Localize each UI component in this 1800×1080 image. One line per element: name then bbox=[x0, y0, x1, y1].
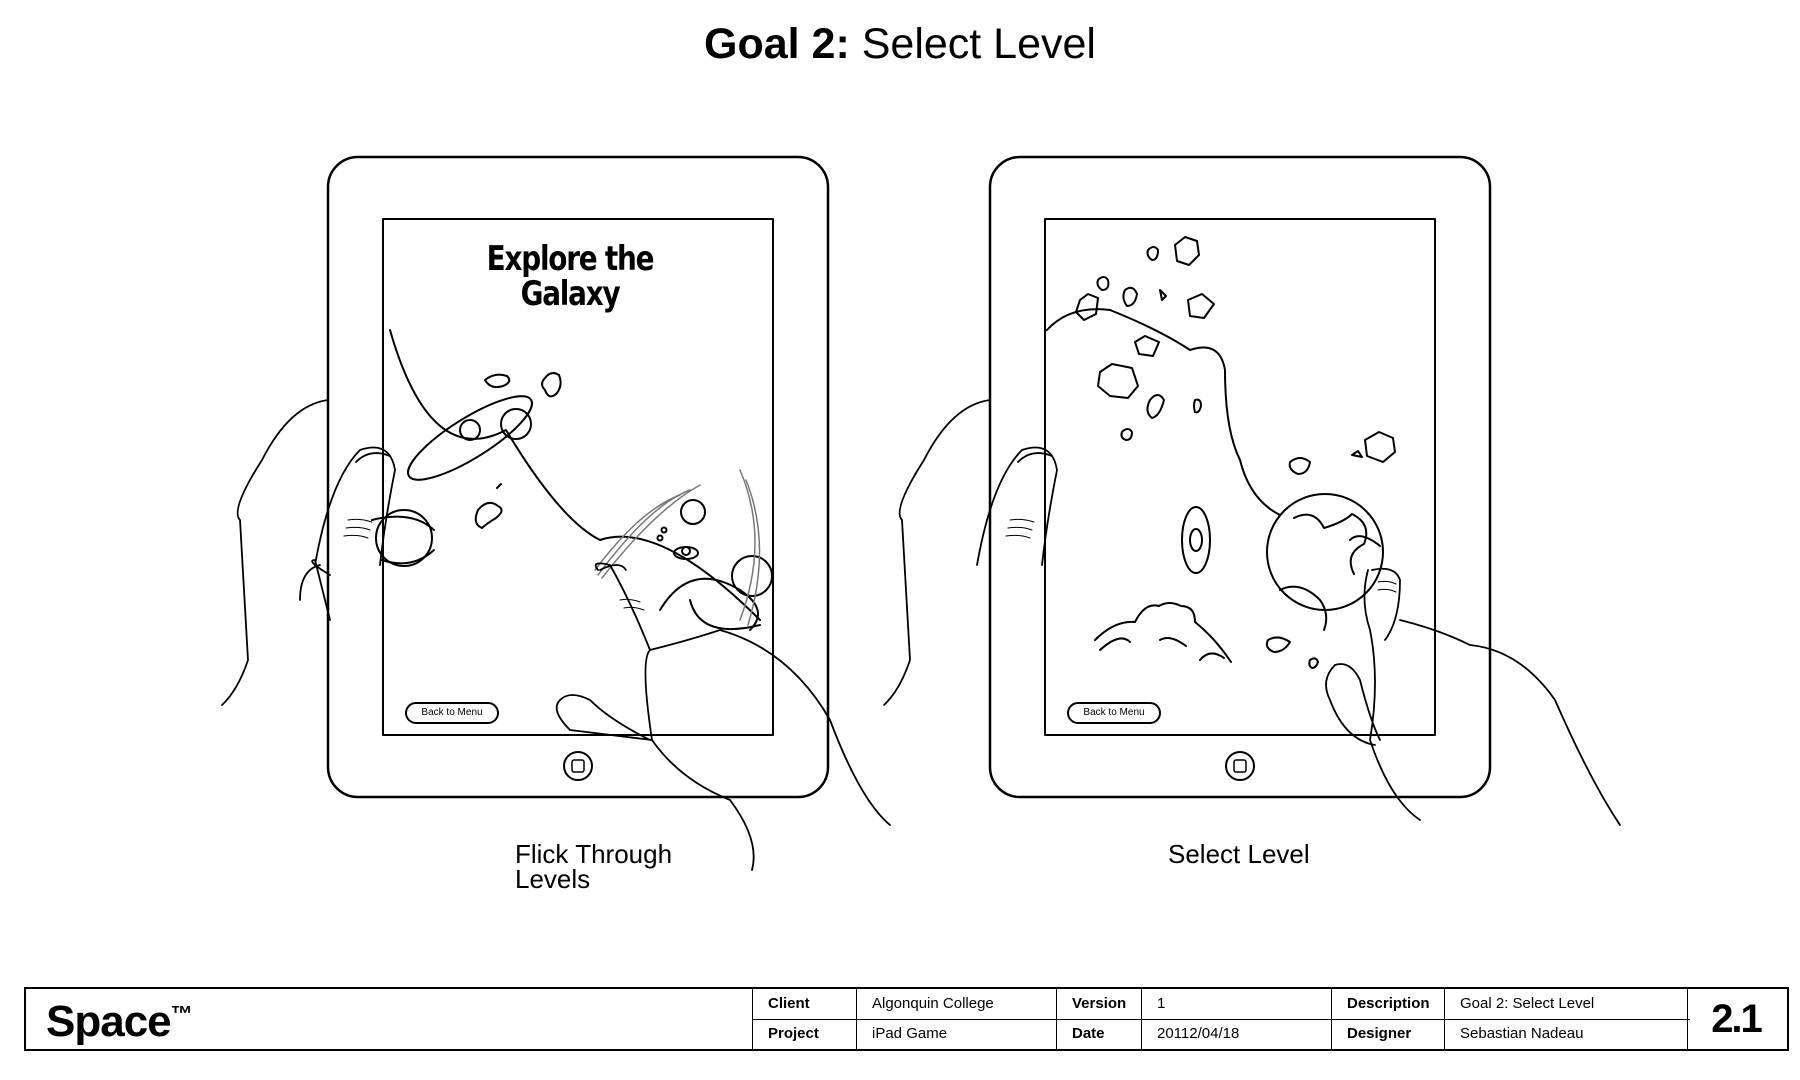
description-label: Description bbox=[1347, 995, 1430, 1012]
version-value: 1 bbox=[1157, 995, 1166, 1012]
back-to-menu-button[interactable]: Back to Menu bbox=[405, 702, 499, 724]
trademark-symbol: ™ bbox=[170, 1001, 193, 1026]
designer-value: Sebastian Nadeau bbox=[1460, 1025, 1584, 1042]
left-hands-sketch bbox=[221, 399, 891, 871]
right-ipad-sketch bbox=[988, 155, 1492, 799]
left-screen-galaxy bbox=[371, 329, 773, 631]
date-value: 20112/04/18 bbox=[1157, 1025, 1240, 1042]
caption-select-level: Select Level bbox=[1168, 839, 1310, 869]
title-block: Space™ Client Algonquin College Project … bbox=[24, 987, 1789, 1051]
sheet-number: 2.1 bbox=[1711, 997, 1763, 1041]
project-logo: Space™ bbox=[46, 997, 193, 1047]
client-value: Algonquin College bbox=[872, 995, 994, 1012]
date-label: Date bbox=[1072, 1025, 1105, 1042]
project-value: iPad Game bbox=[872, 1025, 948, 1042]
client-label: Client bbox=[768, 995, 810, 1012]
home-button-icon bbox=[563, 751, 593, 781]
home-button-icon bbox=[1225, 751, 1255, 781]
caption-flick-through-levels: Flick Through Levels bbox=[515, 839, 673, 894]
right-hands-sketch bbox=[883, 399, 1621, 826]
logo-text: Space bbox=[46, 997, 172, 1046]
version-label: Version bbox=[1072, 995, 1127, 1012]
right-screen-level-select bbox=[1046, 236, 1396, 669]
description-value: Goal 2: Select Level bbox=[1460, 995, 1595, 1012]
galaxy-screen-title: Explore the Galaxy bbox=[486, 239, 655, 314]
sketch-drawing bbox=[221, 155, 1621, 871]
designer-label: Designer bbox=[1347, 1025, 1412, 1042]
project-label: Project bbox=[768, 1025, 819, 1042]
back-to-menu-button[interactable]: Back to Menu bbox=[1067, 702, 1161, 724]
